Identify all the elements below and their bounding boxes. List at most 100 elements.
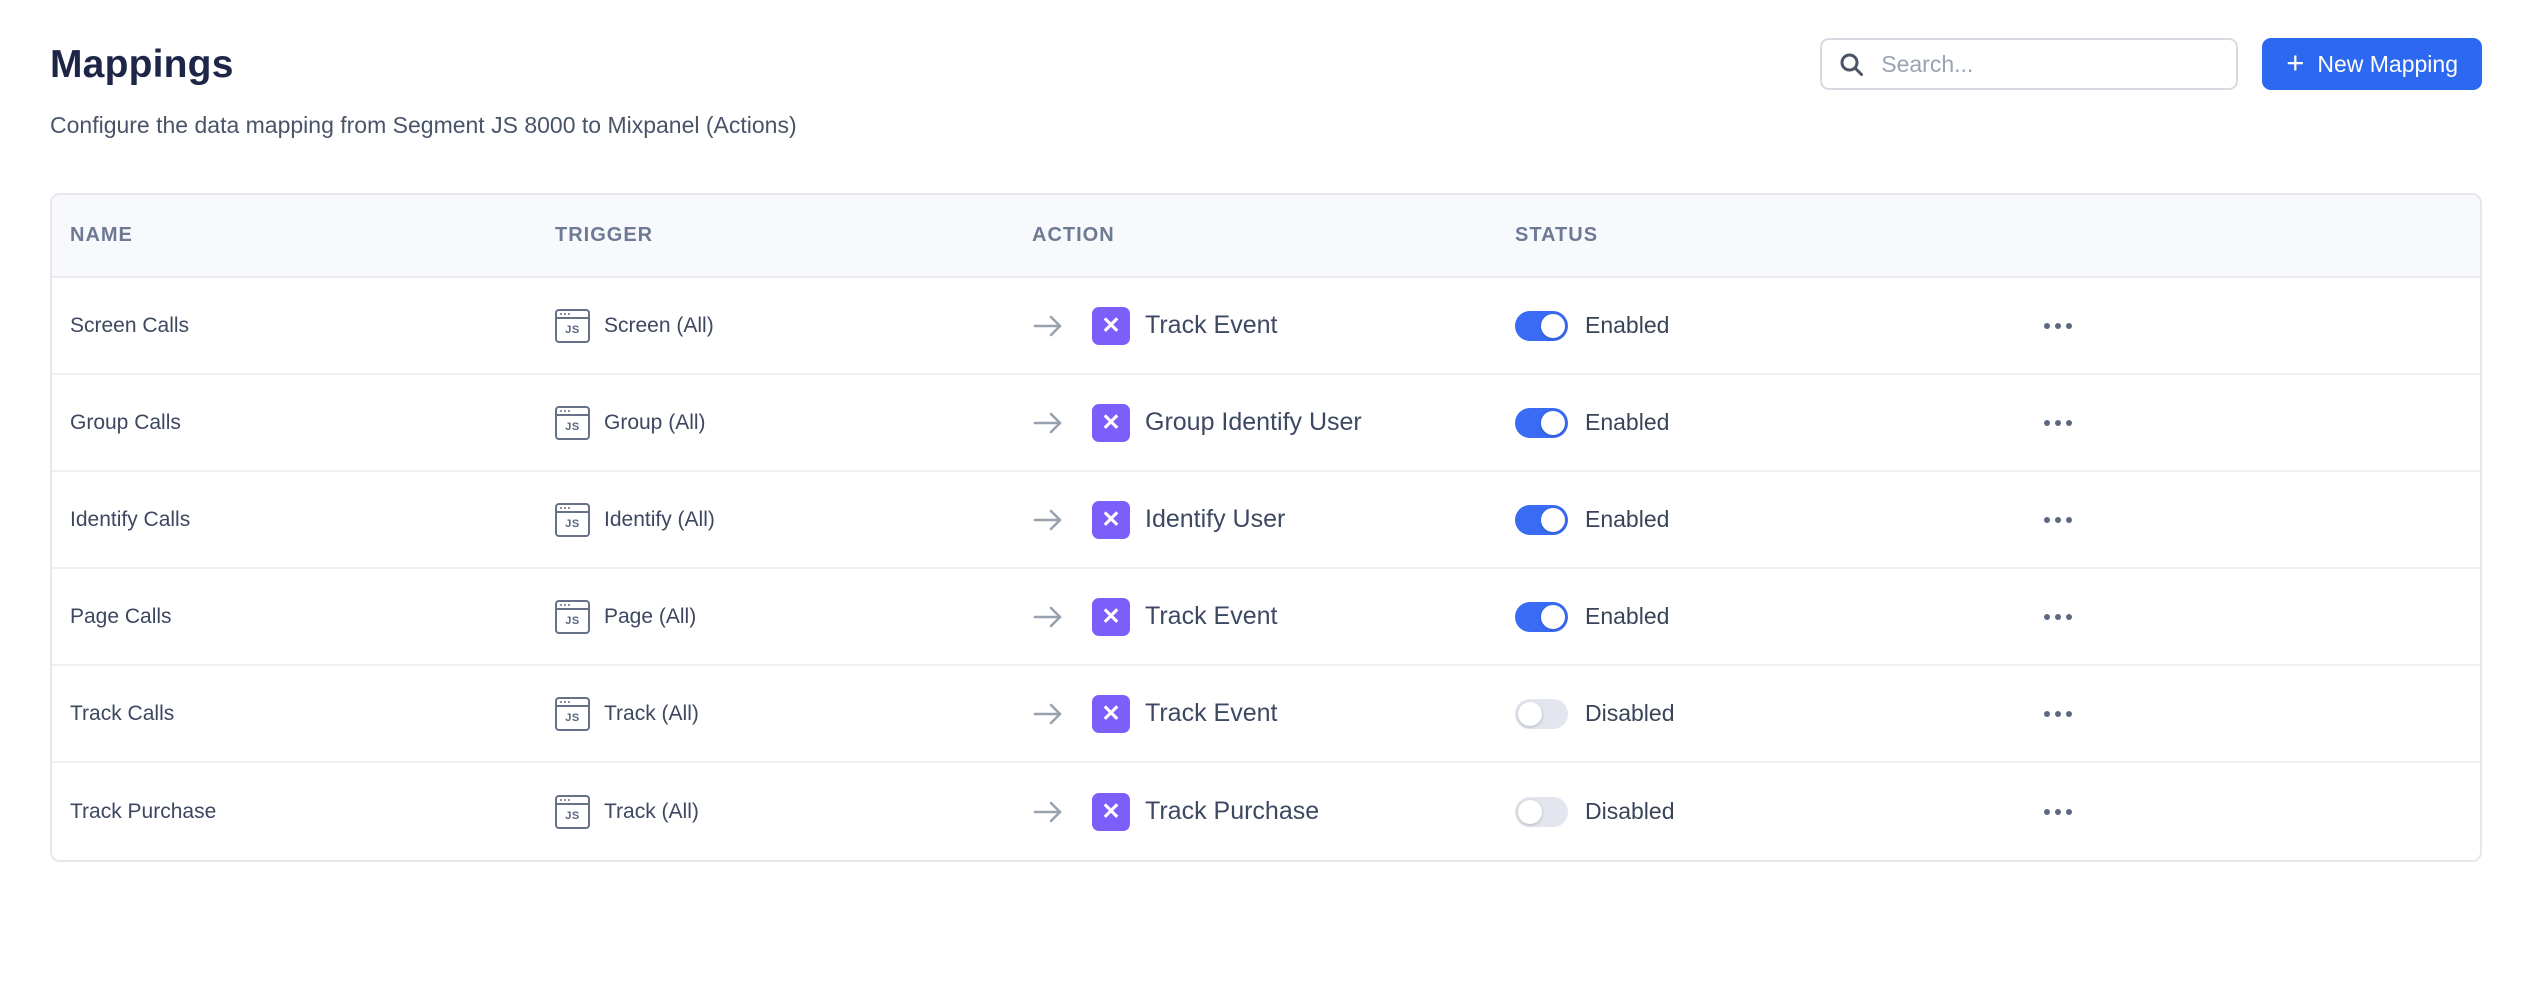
status-label: Disabled (1585, 798, 1675, 825)
segment-js-source-icon: JS (555, 503, 590, 537)
mapping-action-label: Track Event (1145, 602, 1277, 631)
mapping-action-label: Group Identify User (1145, 408, 1362, 437)
ellipsis-icon (2044, 420, 2050, 426)
browser-window-bar (557, 602, 588, 610)
mixpanel-icon: ✕ (1092, 501, 1130, 539)
js-icon-label: JS (557, 416, 588, 438)
row-menu-cell (2014, 496, 2480, 544)
mixpanel-icon: ✕ (1092, 598, 1130, 636)
row-menu-button[interactable] (2032, 593, 2084, 641)
js-icon-label: JS (557, 319, 588, 341)
new-mapping-button[interactable]: + New Mapping (2262, 38, 2482, 90)
mapping-status-cell: Disabled (1497, 797, 2014, 827)
status-toggle[interactable] (1515, 311, 1568, 341)
row-menu-button[interactable] (2032, 788, 2084, 836)
table-row: Track Purchase JS Track (All) ✕ Track Pu… (52, 763, 2480, 860)
status-label: Enabled (1585, 506, 1669, 533)
mixpanel-glyph: ✕ (1101, 508, 1120, 531)
mapping-action-cell: ✕ Track Purchase (1014, 793, 1497, 831)
mapping-name: Track Calls (52, 702, 537, 726)
js-icon-label: JS (557, 513, 588, 535)
mapping-action-label: Track Purchase (1145, 797, 1319, 826)
row-menu-cell (2014, 788, 2480, 836)
mixpanel-icon: ✕ (1092, 695, 1130, 733)
mixpanel-icon: ✕ (1092, 307, 1130, 345)
mixpanel-glyph: ✕ (1101, 314, 1120, 337)
search-icon (1838, 51, 1865, 78)
mixpanel-icon: ✕ (1092, 404, 1130, 442)
toggle-knob (1541, 605, 1565, 629)
mixpanel-glyph: ✕ (1101, 800, 1120, 823)
segment-js-source-icon: JS (555, 406, 590, 440)
mapping-action-cell: ✕ Track Event (1014, 307, 1497, 345)
mapping-trigger-label: Identify (All) (604, 508, 715, 532)
status-label: Enabled (1585, 603, 1669, 630)
status-label: Enabled (1585, 312, 1669, 339)
status-toggle[interactable] (1515, 505, 1568, 535)
mapping-trigger-cell: JS Track (All) (537, 697, 1014, 731)
toggle-knob (1541, 411, 1565, 435)
mapping-name: Page Calls (52, 605, 537, 629)
mapping-action-label: Track Event (1145, 699, 1277, 728)
table-header-row: NAME TRIGGER ACTION STATUS (52, 195, 2480, 278)
arrow-right-icon (1032, 507, 1064, 533)
column-header-trigger: TRIGGER (537, 224, 1014, 247)
js-icon-label: JS (557, 610, 588, 632)
arrow-right-icon (1032, 313, 1064, 339)
mapping-status-cell: Disabled (1497, 699, 2014, 729)
arrow-right-icon (1032, 701, 1064, 727)
mappings-table: NAME TRIGGER ACTION STATUS Screen Calls … (50, 193, 2482, 862)
mapping-name: Track Purchase (52, 800, 537, 824)
row-menu-button[interactable] (2032, 302, 2084, 350)
segment-js-source-icon: JS (555, 795, 590, 829)
page-title: Mappings (50, 44, 797, 86)
browser-window-bar (557, 311, 588, 319)
row-menu-button[interactable] (2032, 496, 2084, 544)
mixpanel-glyph: ✕ (1101, 411, 1120, 434)
mapping-trigger-cell: JS Page (All) (537, 600, 1014, 634)
mapping-trigger-cell: JS Track (All) (537, 795, 1014, 829)
browser-window-bar (557, 505, 588, 513)
status-toggle[interactable] (1515, 408, 1568, 438)
mapping-trigger-label: Group (All) (604, 411, 706, 435)
ellipsis-icon (2044, 614, 2050, 620)
header-left: Mappings Configure the data mapping from… (50, 38, 797, 139)
mappings-page: Mappings Configure the data mapping from… (0, 0, 2532, 862)
mapping-trigger-label: Page (All) (604, 605, 696, 629)
mapping-name: Group Calls (52, 411, 537, 435)
mapping-action-cell: ✕ Group Identify User (1014, 404, 1497, 442)
search-box[interactable] (1820, 38, 2238, 90)
mapping-status-cell: Enabled (1497, 408, 2014, 438)
status-toggle[interactable] (1515, 699, 1568, 729)
search-input[interactable] (1879, 50, 2220, 79)
header-controls: + New Mapping (1820, 38, 2482, 90)
row-menu-button[interactable] (2032, 690, 2084, 738)
arrow-right-icon (1032, 604, 1064, 630)
segment-js-source-icon: JS (555, 697, 590, 731)
toggle-knob (1541, 508, 1565, 532)
mapping-trigger-label: Screen (All) (604, 314, 714, 338)
mapping-trigger-cell: JS Screen (All) (537, 309, 1014, 343)
table-row: Page Calls JS Page (All) ✕ Track Event (52, 569, 2480, 666)
mapping-status-cell: Enabled (1497, 311, 2014, 341)
ellipsis-icon (2044, 323, 2050, 329)
row-menu-cell (2014, 399, 2480, 447)
js-icon-label: JS (557, 805, 588, 827)
mapping-action-cell: ✕ Identify User (1014, 501, 1497, 539)
mapping-name: Identify Calls (52, 508, 537, 532)
js-icon-label: JS (557, 707, 588, 729)
status-toggle[interactable] (1515, 602, 1568, 632)
column-header-status: STATUS (1497, 224, 2014, 247)
mapping-status-cell: Enabled (1497, 505, 2014, 535)
column-header-action: ACTION (1014, 224, 1497, 247)
mapping-status-cell: Enabled (1497, 602, 2014, 632)
status-toggle[interactable] (1515, 797, 1568, 827)
mapping-action-label: Identify User (1145, 505, 1285, 534)
arrow-right-icon (1032, 410, 1064, 436)
row-menu-button[interactable] (2032, 399, 2084, 447)
ellipsis-icon (2044, 809, 2050, 815)
ellipsis-icon (2044, 711, 2050, 717)
status-label: Enabled (1585, 409, 1669, 436)
row-menu-cell (2014, 690, 2480, 738)
status-label: Disabled (1585, 700, 1675, 727)
